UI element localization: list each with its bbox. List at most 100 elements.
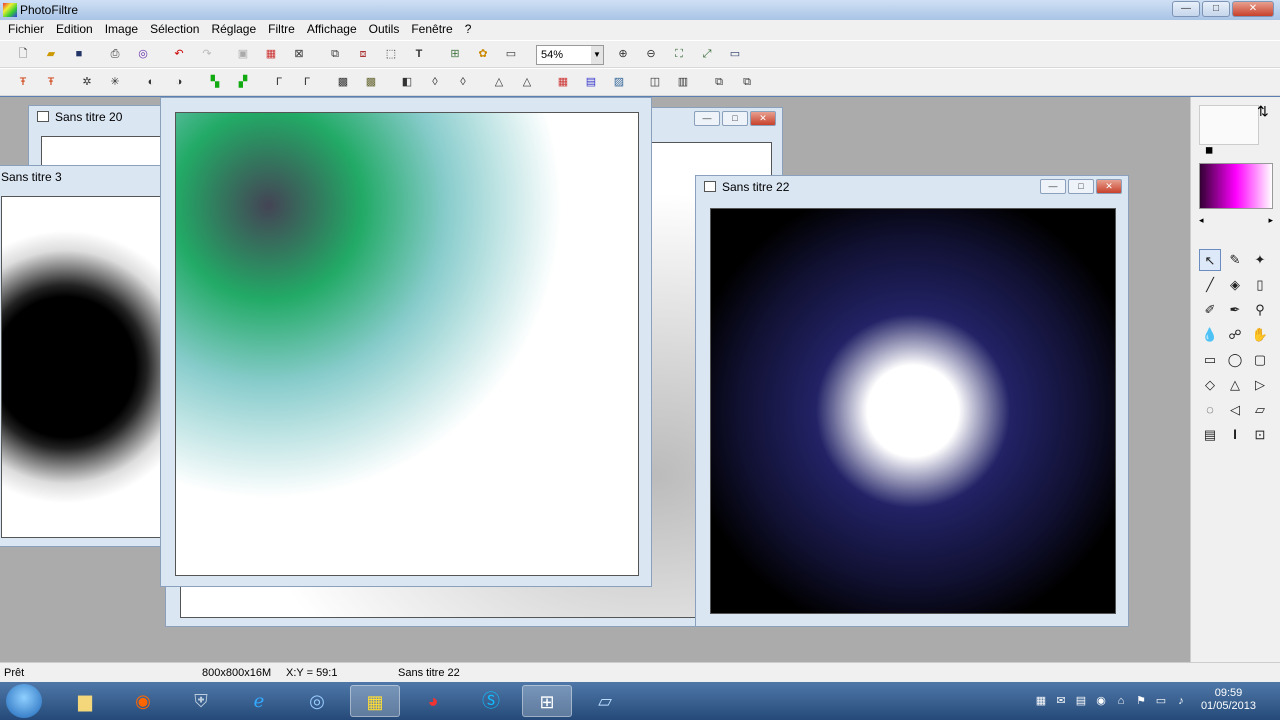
brightness-down-icon[interactable]: ✲ — [78, 74, 96, 91]
media-player-icon[interactable]: ◎ — [292, 685, 342, 717]
resize-icon[interactable]: ⊠ — [290, 46, 308, 63]
open-shape-icon[interactable]: ▱ — [1249, 399, 1271, 421]
gradient-icon[interactable]: ▤ — [582, 74, 600, 91]
smudge-tool-icon[interactable]: ☍ — [1224, 324, 1246, 346]
contrast-up-icon[interactable]: ◑ — [170, 74, 188, 91]
paste-icon[interactable]: ⧈ — [354, 46, 372, 63]
undo-icon[interactable]: ↶ — [170, 46, 188, 63]
magic-wand-tool-icon[interactable]: ✦ — [1249, 249, 1271, 271]
eyedropper-tool-icon[interactable]: ✎ — [1224, 249, 1246, 271]
print-icon[interactable]: ⎙ — [106, 46, 124, 63]
menu-filtre[interactable]: Filtre — [262, 20, 301, 40]
menu-edition[interactable]: Edition — [50, 20, 99, 40]
texture-icon[interactable]: ▨ — [610, 74, 628, 91]
selection-option-icon[interactable]: ▤ — [1199, 424, 1221, 446]
diamond-select-icon[interactable]: ◇ — [1199, 374, 1221, 396]
explorer-icon[interactable]: ▆ — [60, 685, 110, 717]
rounded-rect-select-icon[interactable]: ▢ — [1249, 349, 1271, 371]
window-minimize-button[interactable]: — — [1040, 179, 1066, 194]
redo-icon[interactable]: ↷ — [198, 46, 216, 63]
rectangle-select-icon[interactable]: ▭ — [1199, 349, 1221, 371]
auto-levels-icon[interactable]: Ŧ — [14, 74, 32, 91]
image-canvas[interactable] — [1, 196, 161, 538]
swap-colors-icon[interactable]: ⇅ — [1257, 103, 1269, 120]
zoom-select[interactable]: 54% ▼ — [536, 45, 604, 65]
grayscale-icon[interactable]: ▩ — [334, 74, 352, 91]
foreground-color-swatch[interactable] — [1199, 105, 1259, 145]
tray-app-icon[interactable]: ▦ — [1034, 694, 1048, 708]
gamma-up-icon[interactable]: Γ — [298, 74, 316, 91]
brush-tool-icon[interactable]: ✐ — [1199, 299, 1221, 321]
fit-window-icon[interactable]: ⤢ — [698, 46, 716, 63]
photofiltre-taskbar-icon[interactable]: ▦ — [350, 685, 400, 717]
image-canvas[interactable] — [710, 208, 1116, 614]
skype-icon[interactable]: Ⓢ — [466, 685, 516, 717]
gamma-down-icon[interactable]: Γ — [270, 74, 288, 91]
color-gradient-picker[interactable] — [1199, 163, 1273, 209]
save-icon[interactable]: ■ — [70, 46, 88, 63]
ellipse-select-icon[interactable]: ◯ — [1224, 349, 1246, 371]
menu-reglage[interactable]: Réglage — [205, 20, 262, 40]
tray-chat-icon[interactable]: ✉ — [1054, 694, 1068, 708]
rotate-icon[interactable]: ▥ — [674, 74, 692, 91]
lasso-select-icon[interactable]: ◌ — [1199, 399, 1221, 421]
window-icon[interactable]: ▭ — [502, 46, 520, 63]
paste-new-icon[interactable]: ⬚ — [382, 46, 400, 63]
crop-icon[interactable]: ▣ — [234, 46, 252, 63]
menu-selection[interactable]: Sélection — [144, 20, 205, 40]
blur-icon[interactable]: ◊ — [426, 74, 444, 91]
pointer-tool-icon[interactable]: ↖ — [1199, 249, 1221, 271]
tray-network-icon[interactable]: ▤ — [1074, 694, 1088, 708]
menu-image[interactable]: Image — [99, 20, 144, 40]
maximize-button[interactable]: □ — [1202, 1, 1230, 17]
pen-tool-icon[interactable]: ✒ — [1224, 299, 1246, 321]
reset-colors-icon[interactable]: ◼ — [1205, 145, 1213, 156]
document-window-smoke[interactable] — [160, 97, 652, 587]
tray-volume-icon[interactable]: ♪ — [1174, 694, 1188, 708]
document-window-sans-titre-22[interactable]: Sans titre 22 — □ ✕ — [695, 175, 1129, 627]
menu-fenetre[interactable]: Fenêtre — [405, 20, 458, 40]
auto-contrast-icon[interactable]: Ŧ — [42, 74, 60, 91]
polygon-lasso-icon[interactable]: ◁ — [1224, 399, 1246, 421]
window-minimize-button[interactable]: — — [694, 111, 720, 126]
layers-icon[interactable]: ⊞ — [446, 46, 464, 63]
firefox-icon[interactable]: ◉ — [118, 685, 168, 717]
image-canvas[interactable] — [175, 112, 639, 576]
text-tool-icon[interactable]: T — [410, 46, 428, 63]
minimize-button[interactable]: — — [1172, 1, 1200, 17]
menu-outils[interactable]: Outils — [363, 20, 406, 40]
menu-affichage[interactable]: Affichage — [301, 20, 363, 40]
internet-explorer-icon[interactable]: ℯ — [234, 685, 284, 717]
tray-browser-icon[interactable]: ◉ — [1094, 694, 1108, 708]
window-maximize-button[interactable]: □ — [1068, 179, 1094, 194]
zoom-in-icon[interactable]: ⊕ — [614, 46, 632, 63]
chevron-down-icon[interactable]: ▼ — [591, 46, 603, 64]
text-frame-icon[interactable]: 𝐈 — [1224, 424, 1246, 446]
triangle-select-icon[interactable]: △ — [1224, 374, 1246, 396]
menu-fichier[interactable]: Fichier — [2, 20, 50, 40]
contrast-down-icon[interactable]: ◐ — [142, 74, 160, 91]
tray-monitor-icon[interactable]: ▭ — [1154, 694, 1168, 708]
saturation-down-icon[interactable]: ▚ — [206, 74, 224, 91]
sharpen-icon[interactable]: ◊ — [454, 74, 472, 91]
soften-icon[interactable]: △ — [490, 74, 508, 91]
saturation-up-icon[interactable]: ▞ — [234, 74, 252, 91]
app-window-icon[interactable]: ⊞ — [522, 685, 572, 717]
blur-tool-icon[interactable]: 💧 — [1199, 324, 1221, 346]
plugin-icon[interactable]: ✿ — [474, 46, 492, 63]
ratio-icon[interactable]: ⊡ — [1249, 424, 1271, 446]
flip-icon[interactable]: ◧ — [398, 74, 416, 91]
document-window-sans-titre-3[interactable]: Sans titre 3 — [0, 165, 164, 547]
notes-icon[interactable]: ▱ — [580, 685, 630, 717]
palette-icon[interactable]: ▦ — [262, 46, 280, 63]
chrome-icon[interactable]: ◕ — [408, 685, 458, 717]
canvas-size-icon[interactable]: ⧉ — [710, 74, 728, 91]
system-clock[interactable]: 09:59 01/05/2013 — [1201, 687, 1256, 713]
new-file-icon[interactable]: 🗋 — [14, 46, 32, 63]
window-maximize-button[interactable]: □ — [722, 111, 748, 126]
fullscreen-icon[interactable]: ▭ — [726, 46, 744, 63]
mirror-icon[interactable]: ◫ — [646, 74, 664, 91]
image-size-icon[interactable]: ⧉ — [738, 74, 756, 91]
scan-icon[interactable]: ◎ — [134, 46, 152, 63]
open-folder-icon[interactable]: ▰ — [42, 46, 60, 63]
